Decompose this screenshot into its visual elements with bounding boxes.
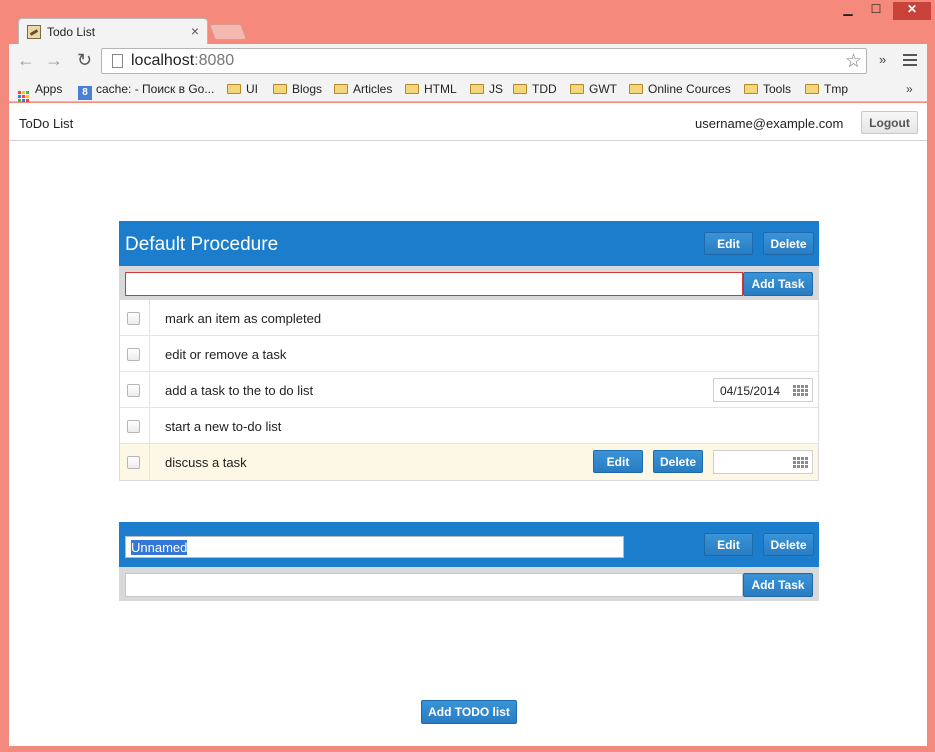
forward-arrow-icon[interactable]: → <box>45 50 63 71</box>
bookmark-folder-html[interactable]: HTML <box>405 82 457 96</box>
add-task-bar: Add Task <box>119 567 819 601</box>
delete-project-button[interactable]: Delete <box>763 533 814 556</box>
extensions-overflow-icon[interactable]: » <box>879 52 886 67</box>
folder-icon <box>405 84 419 94</box>
task-row-hovered: discuss a task Edit Delete <box>120 444 818 480</box>
edit-task-button[interactable]: Edit <box>593 450 643 473</box>
logout-button[interactable]: Logout <box>861 111 918 134</box>
task-checkbox[interactable] <box>127 420 140 433</box>
maximize-icon[interactable]: ☐ <box>866 2 886 20</box>
task-list: mark an item as completed edit or remove… <box>119 300 819 481</box>
bookmark-folder-blogs[interactable]: Blogs <box>273 82 322 96</box>
project-title: Default Procedure <box>125 234 279 255</box>
close-window-icon[interactable]: ✕ <box>893 2 931 20</box>
apps-icon <box>18 91 29 102</box>
window-titlebar: Todo List × ▁ ☐ ✕ <box>0 0 935 46</box>
bookmark-folder-tdd[interactable]: TDD <box>513 82 557 96</box>
folder-icon <box>570 84 584 94</box>
minimize-icon[interactable]: ▁ <box>838 2 858 20</box>
bookmark-folder-articles[interactable]: Articles <box>334 82 392 96</box>
browser-toolbar: ← → ↻ localhost:8080 ☆ » <box>9 44 927 78</box>
delete-task-button[interactable]: Delete <box>653 450 703 473</box>
user-email: username@example.com <box>695 116 844 131</box>
task-checkbox[interactable] <box>127 312 140 325</box>
bookmark-folder-ui[interactable]: UI <box>227 82 258 96</box>
task-row: add a task to the to do list 04/15/2014 <box>120 372 818 408</box>
back-arrow-icon[interactable]: ← <box>17 50 35 71</box>
folder-icon <box>227 84 241 94</box>
edit-project-button[interactable]: Edit <box>704 232 753 255</box>
page-viewport: ToDo List username@example.com Logout De… <box>9 103 927 746</box>
add-task-button[interactable]: Add Task <box>743 272 813 296</box>
folder-icon <box>513 84 527 94</box>
app-favicon-icon <box>27 25 41 39</box>
task-checkbox[interactable] <box>127 456 140 469</box>
project-card: Unnamed Edit Delete Add Task <box>119 522 819 601</box>
task-text: add a task to the to do list <box>165 383 314 398</box>
new-tab-button[interactable] <box>209 24 247 40</box>
task-check-cell <box>120 372 150 408</box>
task-text: edit or remove a task <box>165 347 287 362</box>
folder-icon <box>273 84 287 94</box>
folder-icon <box>744 84 758 94</box>
task-check-cell <box>120 444 150 480</box>
new-task-input[interactable] <box>125 272 743 296</box>
bookmark-folder-gwt[interactable]: GWT <box>570 82 617 96</box>
bookmarks-overflow-icon[interactable]: » <box>906 82 913 96</box>
hamburger-menu-icon[interactable] <box>903 54 917 66</box>
bookmark-folder-online-cources[interactable]: Online Cources <box>629 82 731 96</box>
new-task-input[interactable] <box>125 573 743 597</box>
task-deadline-field[interactable] <box>713 450 813 474</box>
address-bar[interactable]: localhost:8080 ☆ <box>101 48 867 74</box>
bookmark-folder-js[interactable]: JS <box>470 82 503 96</box>
add-task-bar: Add Task <box>119 266 819 300</box>
project-name-selected-text: Unnamed <box>131 540 188 555</box>
task-deadline-value: 04/15/2014 <box>720 384 781 398</box>
folder-icon <box>334 84 348 94</box>
bookmark-star-icon[interactable]: ☆ <box>845 50 862 73</box>
task-text: mark an item as completed <box>165 311 322 326</box>
task-text: start a new to-do list <box>165 419 282 434</box>
project-name-input[interactable]: Unnamed <box>125 536 624 558</box>
task-checkbox[interactable] <box>127 348 140 361</box>
task-deadline-field[interactable]: 04/15/2014 <box>713 378 813 402</box>
task-checkbox[interactable] <box>127 384 140 397</box>
project-header: Default Procedure Edit Delete <box>119 221 819 266</box>
task-row: mark an item as completed <box>120 300 818 336</box>
task-check-cell <box>120 408 150 444</box>
project-card: Default Procedure Edit Delete Add Task m… <box>119 221 819 482</box>
task-check-cell <box>120 300 150 336</box>
folder-icon <box>805 84 819 94</box>
reload-icon[interactable]: ↻ <box>77 50 92 71</box>
bookmarks-bar: Apps 8 cache: - Поиск в Go... UI Blogs Ar… <box>9 78 927 102</box>
google-icon: 8 <box>78 86 92 100</box>
bookmark-cache[interactable]: 8 cache: - Поиск в Go... <box>78 82 214 100</box>
folder-icon <box>470 84 484 94</box>
add-todo-list-button[interactable]: Add TODO list <box>421 700 517 724</box>
delete-project-button[interactable]: Delete <box>763 232 814 255</box>
tab-title: Todo List <box>47 25 96 39</box>
page-icon <box>112 54 123 68</box>
brand-title: ToDo List <box>19 116 74 131</box>
calendar-icon[interactable] <box>793 385 808 396</box>
bookmark-apps[interactable]: Apps <box>18 82 62 102</box>
bookmark-folder-tmp[interactable]: Tmp <box>805 82 848 96</box>
project-header: Unnamed Edit Delete <box>119 522 819 567</box>
bookmark-folder-tools[interactable]: Tools <box>744 82 791 96</box>
task-check-cell <box>120 336 150 372</box>
browser-tab[interactable]: Todo List × <box>18 18 208 46</box>
tab-close-icon[interactable]: × <box>191 23 199 39</box>
folder-icon <box>629 84 643 94</box>
calendar-icon[interactable] <box>793 457 808 468</box>
task-row: edit or remove a task <box>120 336 818 372</box>
edit-project-button[interactable]: Edit <box>704 533 753 556</box>
task-row: start a new to-do list <box>120 408 818 444</box>
app-header: ToDo List username@example.com Logout <box>9 103 927 141</box>
add-task-button[interactable]: Add Task <box>743 573 813 597</box>
task-text: discuss a task <box>165 455 247 470</box>
url-text: localhost:8080 <box>131 52 235 69</box>
